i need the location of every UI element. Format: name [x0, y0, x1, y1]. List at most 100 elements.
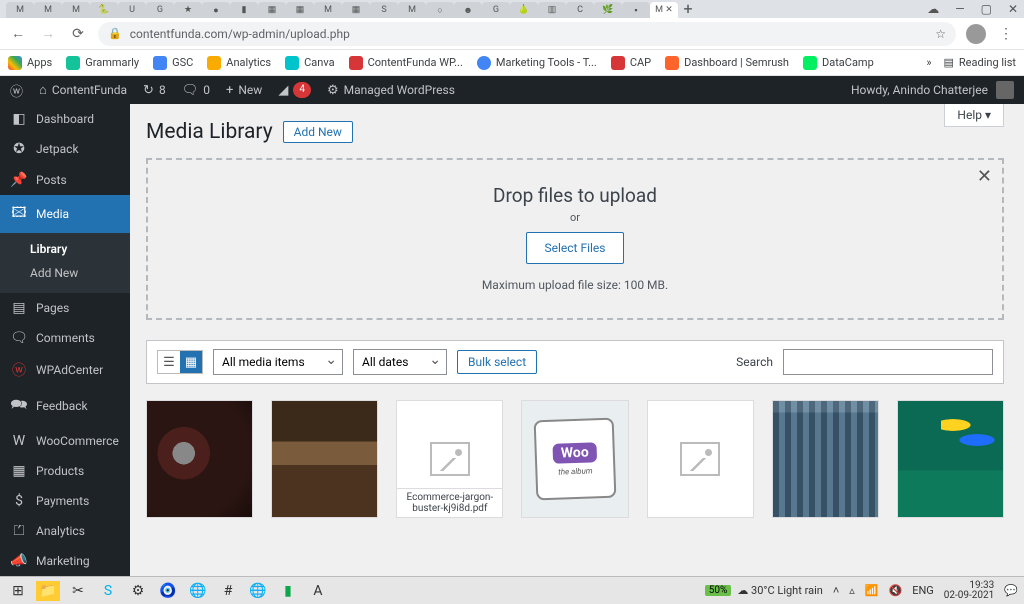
submenu-add-new[interactable]: Add New	[0, 261, 130, 285]
tab[interactable]: ▮	[230, 2, 258, 18]
bookmark-item[interactable]: ContentFunda WP...	[349, 56, 463, 70]
select-files-button[interactable]: Select Files	[526, 232, 625, 264]
tab[interactable]: ▦	[342, 2, 370, 18]
tray-network-icon[interactable]: ▵	[849, 584, 855, 597]
tab[interactable]: ○	[426, 2, 454, 18]
back-button[interactable]: ←	[8, 25, 28, 42]
tab[interactable]: 🐍	[90, 2, 118, 18]
menu-wpadcenter[interactable]: ⓦWPAdCenter	[0, 353, 130, 387]
menu-media[interactable]: 🖾Media	[0, 195, 130, 233]
tab[interactable]: M	[34, 2, 62, 18]
media-item-pdf[interactable]: Ecommerce-jargon-buster-kj9i8d.pdf	[396, 400, 503, 518]
cloud-icon[interactable]: ☁	[927, 2, 939, 16]
bookmark-item[interactable]: DataCamp	[803, 56, 874, 70]
tab[interactable]: M	[62, 2, 90, 18]
weather-widget[interactable]: ☁ 30°C Light rain	[737, 584, 823, 597]
menu-jetpack[interactable]: ✪Jetpack	[0, 134, 130, 164]
menu-marketing[interactable]: 📣Marketing	[0, 546, 130, 576]
media-item[interactable]	[146, 400, 253, 518]
reload-button[interactable]: ⟳	[68, 26, 88, 42]
tab[interactable]: M	[314, 2, 342, 18]
taskbar-app[interactable]: ▮	[276, 581, 300, 601]
menu-dashboard[interactable]: ◧Dashboard	[0, 104, 130, 134]
wp-updates[interactable]: ↻8	[143, 83, 166, 98]
tray-clock[interactable]: 19:33 02-09-2021	[944, 581, 995, 601]
new-tab-button[interactable]: +	[678, 0, 698, 18]
tab[interactable]: S	[370, 2, 398, 18]
wp-comments[interactable]: 🗨0	[182, 83, 210, 98]
tab-active[interactable]: M ✕	[650, 2, 678, 18]
wp-logo-icon[interactable]: ⓦ	[10, 81, 23, 100]
window-maximize[interactable]: ▢	[981, 2, 992, 16]
tab[interactable]: ▦	[258, 2, 286, 18]
tab[interactable]: G	[482, 2, 510, 18]
wp-user-avatar[interactable]	[996, 81, 1014, 99]
tab[interactable]: ●	[202, 2, 230, 18]
taskbar-app[interactable]: 🧿	[156, 581, 180, 601]
bulk-select-button[interactable]: Bulk select	[457, 350, 537, 374]
tab[interactable]: ★	[174, 2, 202, 18]
taskbar-app[interactable]: #	[216, 581, 240, 601]
wp-new[interactable]: +New	[226, 83, 262, 98]
tray-chevron-icon[interactable]: ˄	[833, 584, 839, 597]
tab[interactable]: ▥	[538, 2, 566, 18]
wp-yoast[interactable]: ◢4	[278, 82, 311, 98]
bookmark-item[interactable]: Canva	[285, 56, 334, 70]
tab[interactable]: M	[398, 2, 426, 18]
taskbar-app[interactable]: ⚙	[126, 581, 150, 601]
wp-managed[interactable]: ⚙Managed WordPress	[327, 83, 455, 98]
media-item[interactable]	[772, 400, 879, 518]
menu-posts[interactable]: 📌Posts	[0, 165, 130, 195]
bookmark-star-icon[interactable]: ☆	[935, 27, 946, 41]
window-close[interactable]: ✕	[1008, 2, 1018, 16]
add-new-button[interactable]: Add New	[283, 121, 353, 143]
forward-button[interactable]: →	[38, 25, 58, 42]
profile-avatar[interactable]	[966, 24, 986, 44]
tab[interactable]: ☻	[454, 2, 482, 18]
upload-dropzone[interactable]: ✕ Drop files to upload or Select Files M…	[146, 158, 1004, 320]
wp-howdy[interactable]: Howdy, Anindo Chatterjee	[851, 83, 988, 97]
menu-analytics[interactable]: ⏍Analytics	[0, 516, 130, 546]
menu-products[interactable]: ▦Products	[0, 456, 130, 486]
address-bar[interactable]: 🔒 contentfunda.com/wp-admin/upload.php ☆	[98, 22, 956, 46]
window-minimize[interactable]: —	[955, 2, 964, 16]
tray-wifi-icon[interactable]: 📶	[865, 584, 879, 597]
menu-feedback[interactable]: 🗪Feedback	[0, 387, 130, 425]
bookmark-item[interactable]: Analytics	[207, 56, 271, 70]
view-list-icon[interactable]: ☰	[158, 351, 180, 373]
taskbar-app[interactable]: S	[96, 581, 120, 601]
menu-woocommerce[interactable]: WWooCommerce	[0, 426, 130, 456]
bookmark-item[interactable]: Dashboard | Semrush	[665, 56, 789, 70]
battery-indicator[interactable]: 50%	[705, 585, 732, 596]
tab[interactable]: U	[118, 2, 146, 18]
bookmark-item[interactable]: Grammarly	[66, 56, 139, 70]
taskbar-app[interactable]: A	[306, 581, 330, 601]
bookmark-item[interactable]: Marketing Tools - T...	[477, 56, 597, 70]
bookmarks-overflow[interactable]: »	[926, 56, 931, 69]
wp-site-name[interactable]: ⌂ContentFunda	[39, 82, 127, 98]
tab[interactable]: 🍐	[510, 2, 538, 18]
tray-lang[interactable]: ENG	[912, 584, 934, 597]
tab[interactable]: 🌿	[594, 2, 622, 18]
bookmark-apps[interactable]: Apps	[8, 56, 52, 70]
tab[interactable]: C	[566, 2, 594, 18]
taskbar-app[interactable]: 📁	[36, 581, 60, 601]
tab[interactable]: M	[6, 2, 34, 18]
menu-payments[interactable]: $Payments	[0, 486, 130, 516]
submenu-library[interactable]: Library	[0, 237, 130, 261]
taskbar-app[interactable]: ✂	[66, 581, 90, 601]
help-tab[interactable]: Help ▾	[944, 104, 1004, 127]
media-item[interactable]	[271, 400, 378, 518]
filter-date-select[interactable]: All dates	[353, 349, 447, 375]
menu-comments[interactable]: 🗨Comments	[0, 323, 130, 353]
menu-pages[interactable]: ▤Pages	[0, 293, 130, 323]
bookmark-item[interactable]: CAP	[611, 56, 651, 70]
tab[interactable]: G	[146, 2, 174, 18]
taskbar-app[interactable]: 🌐	[246, 581, 270, 601]
browser-menu-icon[interactable]: ⋮	[996, 26, 1016, 42]
taskbar-app[interactable]: 🌐	[186, 581, 210, 601]
media-item-woo[interactable]: Woo the album	[521, 400, 628, 518]
media-item[interactable]	[647, 400, 754, 518]
tab[interactable]: ▪	[622, 2, 650, 18]
bookmark-item[interactable]: GSC	[153, 56, 193, 70]
